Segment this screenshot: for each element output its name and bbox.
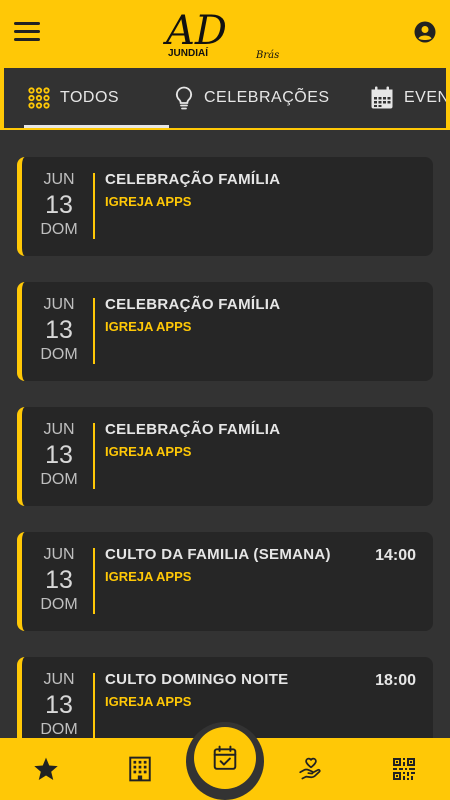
event-month: JUN <box>43 671 75 688</box>
event-organizer: IGREJA APPS <box>105 319 192 334</box>
event-date: JUN 13 DOM <box>30 421 88 489</box>
event-organizer: IGREJA APPS <box>105 194 192 209</box>
event-date: JUN 13 DOM <box>30 546 88 614</box>
event-weekday: DOM <box>40 346 78 363</box>
event-weekday: DOM <box>40 471 78 488</box>
event-time: 18:00 <box>375 672 416 689</box>
menu-icon[interactable] <box>14 22 40 42</box>
qr-code-icon[interactable] <box>389 754 419 784</box>
profile-icon[interactable] <box>414 21 436 43</box>
app-logo: AD JUNDIAÍ Brás <box>160 4 290 62</box>
tab-label: TODOS <box>60 89 120 106</box>
event-date: JUN 13 DOM <box>30 296 88 364</box>
event-day: 13 <box>45 191 73 219</box>
event-card[interactable]: JUN 13 DOM CELEBRAÇÃO FAMÍLIA IGREJA APP… <box>17 282 433 381</box>
lightbulb-icon <box>175 86 193 110</box>
svg-text:Brás: Brás <box>255 50 279 61</box>
event-date: JUN 13 DOM <box>30 671 88 738</box>
hand-heart-icon[interactable] <box>296 754 326 784</box>
event-title: CULTO DA FAMILIA (SEMANA) <box>105 546 331 563</box>
event-day: 13 <box>45 691 73 719</box>
event-month: JUN <box>43 546 75 563</box>
event-weekday: DOM <box>40 596 78 613</box>
star-icon[interactable] <box>31 754 61 784</box>
divider <box>93 548 95 614</box>
event-organizer: IGREJA APPS <box>105 694 192 709</box>
grid-dots-icon <box>28 87 50 109</box>
event-day: 13 <box>45 316 73 344</box>
event-title: CELEBRAÇÃO FAMÍLIA <box>105 296 281 313</box>
tab-label: CELEBRAÇÕES <box>204 89 330 106</box>
calendar-icon <box>371 86 393 109</box>
svg-text:JUNDIAÍ: JUNDIAÍ <box>168 46 208 59</box>
event-date: JUN 13 DOM <box>30 171 88 239</box>
calendar-check-icon[interactable] <box>194 727 256 789</box>
event-title: CELEBRAÇÃO FAMÍLIA <box>105 171 281 188</box>
event-list: JUN 13 DOM CELEBRAÇÃO FAMÍLIA IGREJA APP… <box>0 130 450 738</box>
event-organizer: IGREJA APPS <box>105 569 192 584</box>
event-card[interactable]: JUN 13 DOM CELEBRAÇÃO FAMÍLIA IGREJA APP… <box>17 157 433 256</box>
event-title: CULTO DOMINGO NOITE <box>105 671 289 688</box>
event-card[interactable]: JUN 13 DOM CELEBRAÇÃO FAMÍLIA IGREJA APP… <box>17 407 433 506</box>
event-time: 14:00 <box>375 547 416 564</box>
building-icon[interactable] <box>125 754 155 784</box>
tab-label: EVENTOS <box>404 89 446 106</box>
event-month: JUN <box>43 421 75 438</box>
divider <box>93 173 95 239</box>
event-weekday: DOM <box>40 721 78 738</box>
event-day: 13 <box>45 566 73 594</box>
tab-eventos[interactable]: EVENTOS <box>370 68 446 128</box>
divider <box>93 298 95 364</box>
event-month: JUN <box>43 296 75 313</box>
divider <box>93 423 95 489</box>
category-tabs: TODOS CELEBRAÇÕES EVEN <box>0 66 450 130</box>
event-title: CELEBRAÇÃO FAMÍLIA <box>105 421 281 438</box>
event-month: JUN <box>43 171 75 188</box>
app-header: AD JUNDIAÍ Brás <box>0 0 450 66</box>
event-day: 13 <box>45 441 73 469</box>
tab-celebracoes[interactable]: CELEBRAÇÕES <box>174 68 330 128</box>
divider <box>93 673 95 738</box>
event-weekday: DOM <box>40 221 78 238</box>
event-card[interactable]: JUN 13 DOM CULTO DA FAMILIA (SEMANA) IGR… <box>17 532 433 631</box>
tab-todos[interactable]: TODOS <box>23 68 170 128</box>
event-organizer: IGREJA APPS <box>105 444 192 459</box>
